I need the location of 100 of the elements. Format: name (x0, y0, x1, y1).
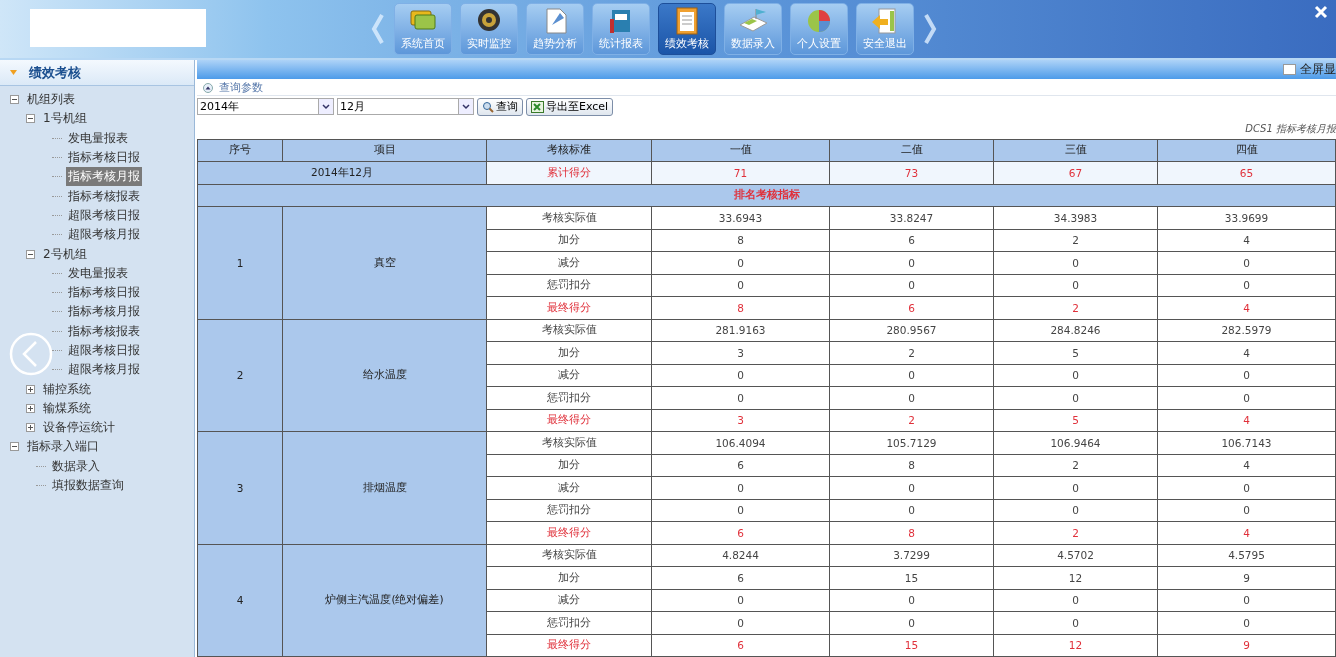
table-cell: 6 (651, 454, 830, 477)
table-cell: 0 (829, 386, 994, 409)
collapse-icon[interactable] (10, 442, 19, 452)
table-cell: 加分 (486, 454, 652, 477)
column-header: 项目 (282, 139, 487, 162)
tree-item[interactable]: 指标考核月报 (66, 167, 142, 187)
table-cell: 4 (197, 544, 283, 657)
table-cell: 6 (651, 521, 830, 544)
table-cell: 0 (1157, 476, 1336, 499)
table-cell: 281.9163 (651, 319, 830, 342)
tree-item[interactable]: 指标考核报表 (66, 321, 142, 341)
table-cell: 284.8246 (993, 319, 1158, 342)
tree-item[interactable]: 指标录入端口 (25, 437, 101, 457)
table-cell: 6 (829, 296, 994, 319)
collapse-icon[interactable] (26, 114, 35, 124)
tree-item[interactable]: 超限考核日报 (66, 341, 142, 360)
table-cell: 0 (651, 364, 830, 387)
table-cell: 12 (993, 634, 1158, 657)
tree-item[interactable]: 辅控系统 (41, 379, 93, 399)
collapse-icon[interactable] (26, 249, 35, 259)
column-header: 考核标准 (486, 139, 652, 162)
table-cell: 2 (993, 296, 1158, 319)
table-cell: 0 (829, 476, 994, 499)
table-cell: 105.7129 (829, 431, 994, 454)
table-cell: 0 (993, 274, 1158, 297)
table-cell: 4.5795 (1157, 544, 1336, 567)
table-cell: 0 (651, 386, 830, 409)
table-cell: 2 (829, 341, 994, 364)
tree-item[interactable]: 1号机组 (41, 109, 89, 129)
table-cell: 282.5979 (1157, 319, 1336, 342)
column-header: 三值 (993, 139, 1158, 162)
table-cell: 280.9567 (829, 319, 994, 342)
fullscreen-checkbox[interactable] (1283, 63, 1296, 75)
table-cell: 0 (993, 499, 1158, 522)
table-cell: 0 (1157, 364, 1336, 387)
table-cell: 6 (651, 566, 830, 589)
table-cell: 12 (993, 566, 1158, 589)
table-cell: 106.7143 (1157, 431, 1336, 454)
tree-item[interactable]: 填报数据查询 (50, 476, 126, 496)
tree-item[interactable]: 指标考核月报 (66, 302, 142, 322)
period-cell: 2014年12月 (197, 161, 487, 184)
table-cell: 8 (829, 521, 994, 544)
table-cell: 0 (829, 251, 994, 274)
tree-item[interactable]: 超限考核日报 (66, 205, 142, 225)
table-cell: 0 (651, 589, 830, 612)
table-cell: 2 (829, 409, 994, 432)
expand-icon[interactable] (26, 384, 35, 394)
nav-button[interactable]: 绩效考核 (658, 3, 716, 55)
year-select[interactable]: 2014年 (197, 98, 334, 115)
tree-item[interactable]: 2号机组 (41, 244, 89, 264)
table-cell: 0 (1157, 386, 1336, 409)
table-cell: 考核实际值 (486, 544, 652, 567)
tree-item[interactable]: 机组列表 (25, 90, 77, 110)
table-cell: 考核实际值 (486, 206, 652, 229)
month-select[interactable]: 12月 (337, 98, 474, 115)
close-icon[interactable] (1314, 5, 1328, 19)
tree-item[interactable]: 超限考核月报 (66, 360, 142, 380)
collapse-icon[interactable] (203, 82, 213, 93)
table-cell: 0 (829, 611, 994, 634)
table-cell: 106.4094 (651, 431, 830, 454)
table-cell: 8 (829, 454, 994, 477)
table-cell: 真空 (282, 206, 487, 319)
export-button[interactable]: 导出至Excel (526, 97, 614, 116)
table-cell: 4 (1157, 454, 1336, 477)
tree-item[interactable]: 输煤系统 (41, 398, 93, 418)
table-cell: 考核实际值 (486, 319, 652, 342)
table-cell: 减分 (486, 364, 652, 387)
table-cell: 0 (993, 611, 1158, 634)
tree-item[interactable]: 超限考核月报 (66, 225, 142, 245)
expand-icon[interactable] (26, 423, 35, 433)
table-cell: 惩罚扣分 (486, 274, 652, 297)
table-cell: 33.8247 (829, 206, 994, 229)
dropdown-icon (318, 99, 333, 114)
table-cell: 3 (651, 341, 830, 364)
report-title: DCS1 指标考核月报 (1244, 121, 1336, 134)
chevron-right-icon[interactable] (922, 12, 938, 46)
tree-item[interactable]: 指标考核日报 (66, 283, 142, 303)
expand-icon[interactable] (26, 403, 35, 413)
collapse-icon[interactable] (10, 95, 19, 105)
table-cell: 0 (829, 364, 994, 387)
table-cell: 0 (829, 589, 994, 612)
table-cell: 0 (1157, 499, 1336, 522)
table-cell: 减分 (486, 589, 652, 612)
table-cell: 33.9699 (1157, 206, 1336, 229)
table-cell: 65 (1157, 161, 1336, 184)
table-cell: 5 (993, 409, 1158, 432)
table-cell: 减分 (486, 476, 652, 499)
table-cell: 惩罚扣分 (486, 499, 652, 522)
tree-item[interactable]: 设备停运统计 (41, 418, 117, 438)
table-cell: 15 (829, 566, 994, 589)
tree-item[interactable]: 发电量报表 (66, 128, 130, 148)
tree-item[interactable]: 发电量报表 (66, 263, 130, 283)
tree-item[interactable]: 数据录入 (50, 456, 102, 476)
table-cell: 0 (993, 386, 1158, 409)
search-button[interactable]: 查询 (477, 97, 523, 116)
table-cell: 8 (651, 296, 830, 319)
tree-item[interactable]: 指标考核报表 (66, 186, 142, 206)
table-cell: 3.7299 (829, 544, 994, 567)
table-cell: 0 (829, 274, 994, 297)
tree-item[interactable]: 指标考核日报 (66, 148, 142, 168)
